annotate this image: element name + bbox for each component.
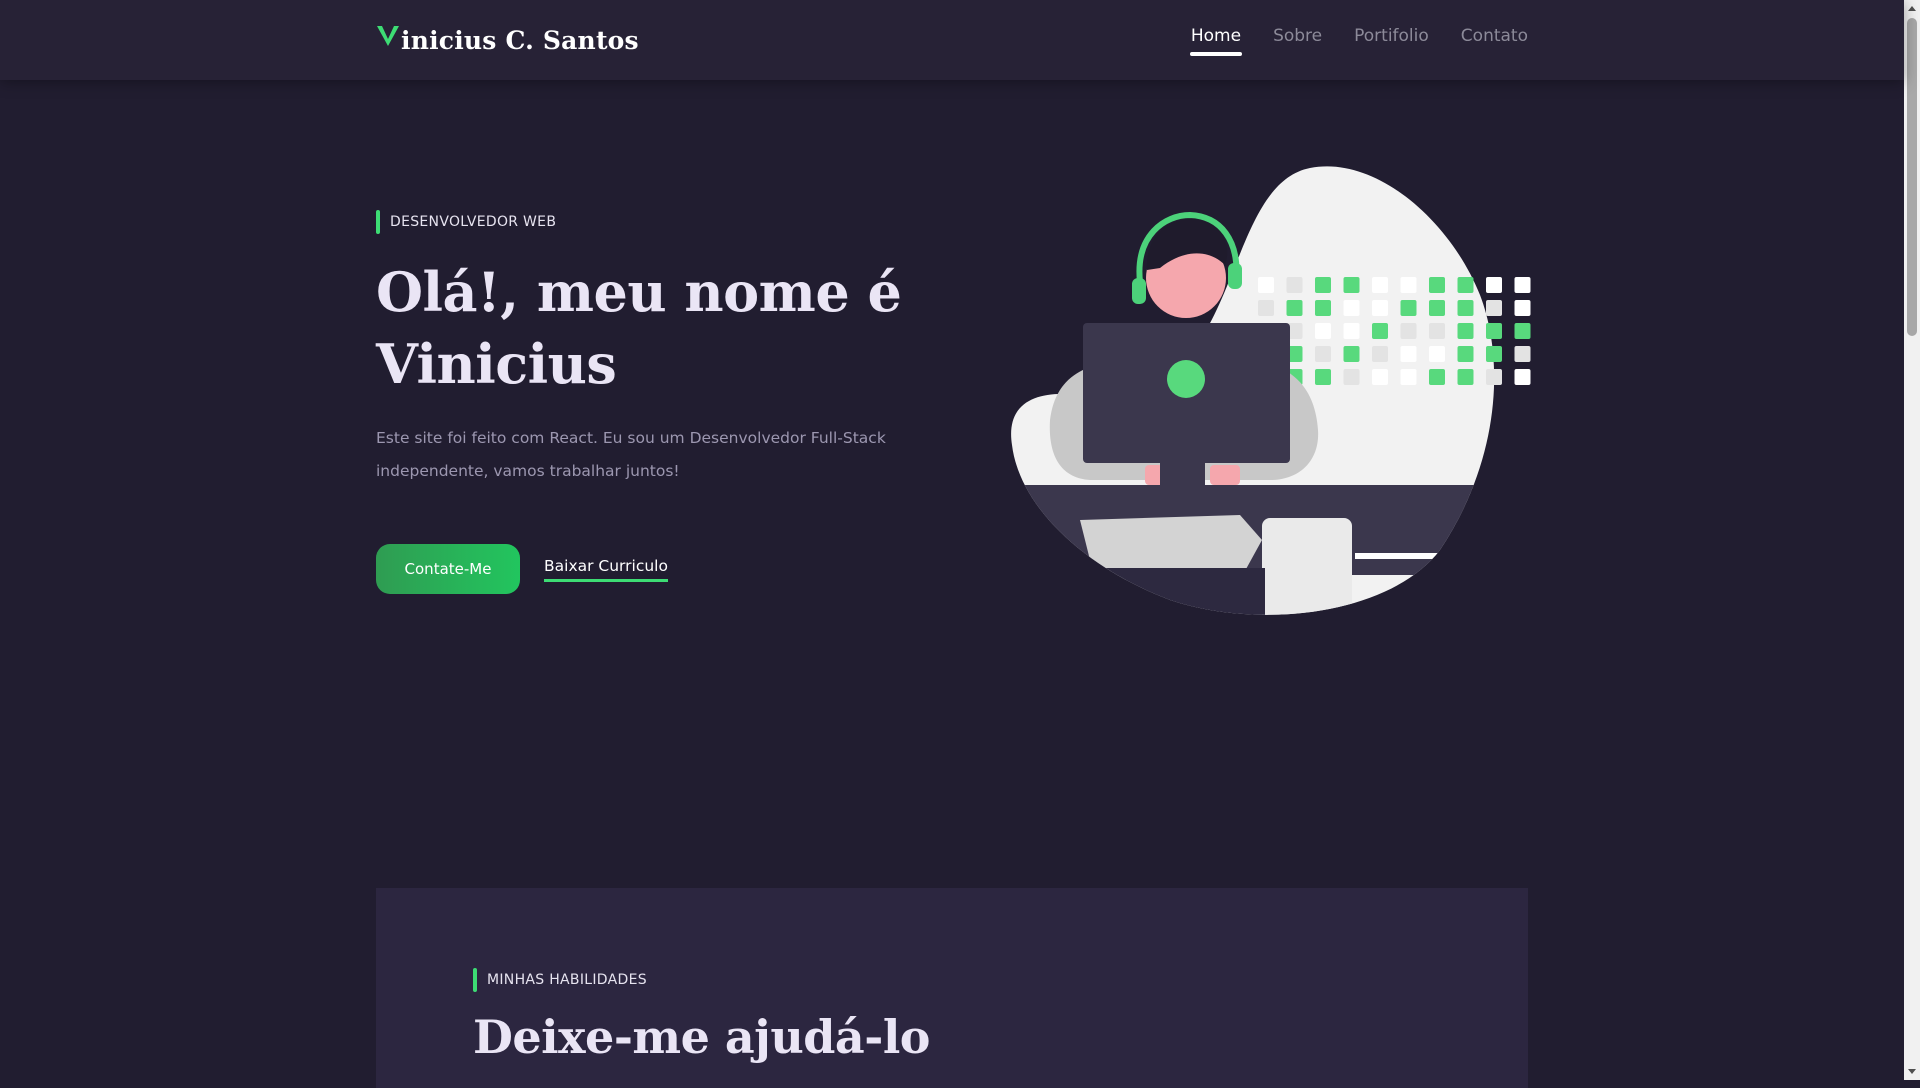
pixel-square [1486, 277, 1502, 293]
pixel-square [1486, 369, 1502, 385]
pixel-square [1457, 300, 1474, 316]
pixel-square [1258, 300, 1274, 316]
pixel-square [1343, 369, 1360, 385]
pixel-square [1429, 277, 1445, 293]
brand-v-mark-icon [377, 26, 399, 46]
contact-me-button[interactable]: Contate-Me [376, 544, 520, 594]
pixel-square [1372, 300, 1388, 316]
scroll-down-arrow-icon[interactable] [1908, 1069, 1916, 1074]
pixel-square [1429, 346, 1445, 362]
main-nav: Home Sobre Portifolio Contato [1189, 26, 1528, 56]
pixel-square [1343, 300, 1360, 316]
nav-link-portifolio[interactable]: Portifolio [1354, 26, 1429, 56]
pixel-square [1429, 369, 1445, 385]
pixel-square [1400, 346, 1417, 362]
pixel-square [1315, 277, 1331, 293]
pixel-square [1372, 323, 1388, 339]
pixel-square [1400, 323, 1417, 339]
hero-title-line2: Vinicius [376, 332, 617, 396]
pixel-square [1486, 346, 1502, 362]
pixel-square [1315, 323, 1331, 339]
pixel-square [1486, 323, 1502, 339]
nav-link-contato[interactable]: Contato [1461, 26, 1528, 56]
pixel-square [1429, 323, 1445, 339]
pixel-square [1286, 300, 1303, 316]
pixel-square [1514, 346, 1531, 362]
scroll-up-arrow-icon[interactable] [1908, 6, 1916, 11]
page-scrollbar[interactable] [1904, 0, 1920, 1080]
pixel-square [1400, 277, 1417, 293]
pixel-square [1372, 277, 1388, 293]
brand-logo[interactable]: inicius C. Santos [376, 22, 639, 58]
pixel-square [1315, 346, 1331, 362]
accent-bar [376, 210, 380, 234]
pixel-square [1457, 346, 1474, 362]
pixel-square [1514, 323, 1531, 339]
pixel-square [1372, 346, 1388, 362]
nav-link-sobre[interactable]: Sobre [1273, 26, 1322, 56]
hero-subtitle: Este site foi feito com React. Eu sou um… [376, 429, 886, 480]
pixel-square [1400, 369, 1417, 385]
pixel-square [1514, 277, 1531, 293]
pixel-square [1258, 277, 1274, 293]
pixel-square [1286, 277, 1303, 293]
hero-actions: Contate-Me Baixar Curriculo [376, 544, 976, 594]
skills-eyebrow-text: MINHAS HABILIDADES [487, 972, 647, 988]
hero-eyebrow-text: DESENVOLVEDOR WEB [390, 214, 557, 230]
pixel-square [1343, 346, 1360, 362]
brand-name-text: inicius C. Santos [401, 25, 639, 55]
hero-title-line1: Olá!, meu nome é [376, 260, 902, 324]
pixel-square [1457, 277, 1474, 293]
pixel-square [1343, 323, 1360, 339]
pixel-square [1457, 323, 1474, 339]
top-navbar: inicius C. Santos Home Sobre Portifolio … [0, 0, 1904, 80]
pixel-square [1372, 369, 1388, 385]
download-resume-link[interactable]: Baixar Curriculo [544, 557, 668, 582]
accent-bar [473, 968, 477, 992]
skills-eyebrow: MINHAS HABILIDADES [473, 968, 647, 992]
pixel-square [1457, 369, 1474, 385]
pixel-square [1400, 300, 1417, 316]
developer-at-computer-illustration [1000, 160, 1560, 630]
scroll-thumb[interactable] [1907, 18, 1917, 336]
skills-section: MINHAS HABILIDADES Deixe-me ajudá-lo [376, 888, 1528, 1088]
skills-title: Deixe-me ajudá-lo [473, 1010, 930, 1064]
pixel-square [1429, 300, 1445, 316]
pixel-square [1514, 300, 1531, 316]
hero-title: Olá!, meu nome é Vinicius [376, 256, 976, 400]
pixel-square [1315, 369, 1331, 385]
nav-link-home[interactable]: Home [1189, 26, 1243, 56]
hero-section: DESENVOLVEDOR WEB Olá!, meu nome é Vinic… [376, 210, 976, 594]
pixel-square [1514, 369, 1531, 385]
pixel-square [1315, 300, 1331, 316]
illustration-svg [1011, 166, 1531, 615]
pixel-square [1343, 277, 1360, 293]
hero-eyebrow: DESENVOLVEDOR WEB [376, 210, 976, 234]
pixel-square [1486, 300, 1502, 316]
